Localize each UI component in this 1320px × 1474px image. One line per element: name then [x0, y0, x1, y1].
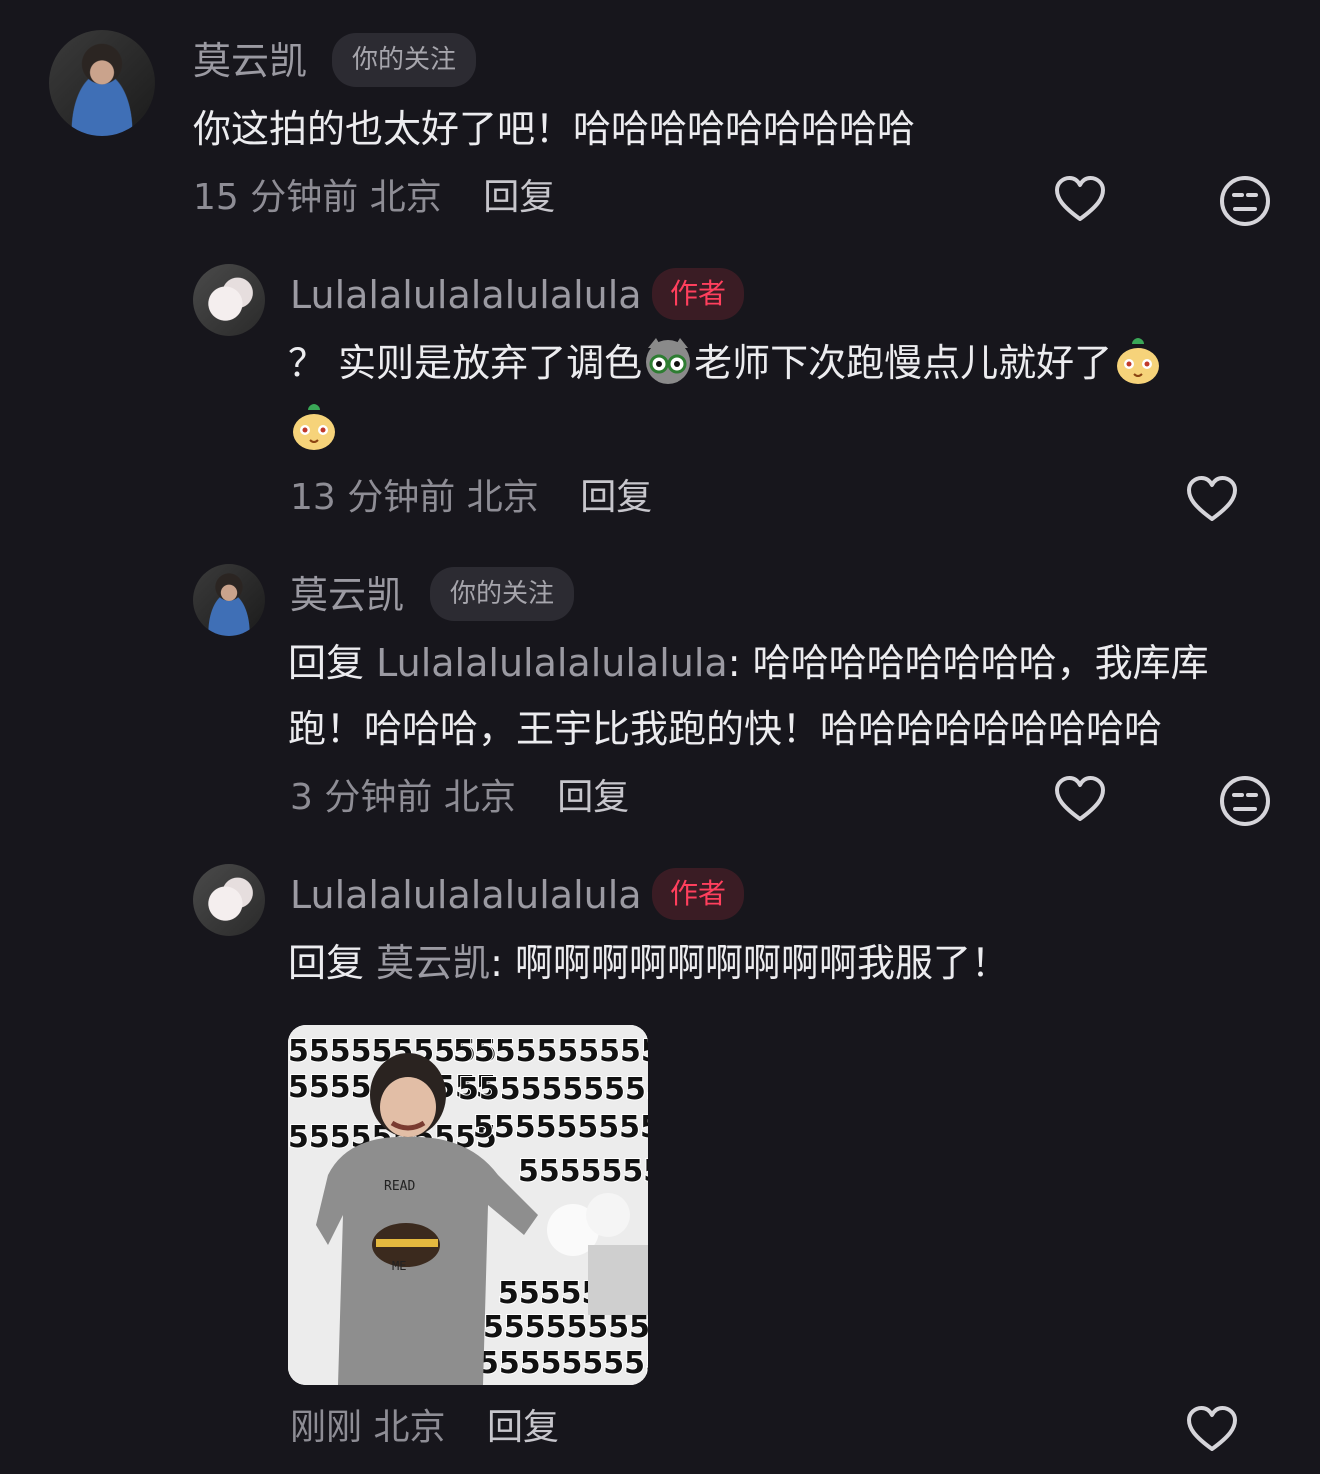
- meme-shirt-text: ME: [392, 1259, 406, 1273]
- comment-text-line2: 跑！哈哈哈，王宇比我跑的快！哈哈哈哈哈哈哈哈哈: [288, 707, 1163, 751]
- meme-text-row: 5555555555: [473, 1110, 648, 1145]
- heart-icon[interactable]: [1184, 473, 1240, 529]
- reply-button[interactable]: 回复: [487, 1407, 559, 1448]
- meme-text-row: 5555555555: [518, 1154, 648, 1189]
- pear-face-emoji: [288, 400, 340, 452]
- meme-image[interactable]: 5555555555 5555555555 5555555555 5555555…: [288, 1025, 648, 1385]
- reply-button[interactable]: 回复: [580, 477, 652, 518]
- avatar[interactable]: [49, 30, 155, 136]
- avatar[interactable]: [193, 864, 265, 936]
- reply-target[interactable]: 莫云凯: [376, 941, 490, 985]
- comment-meta: 13 分钟前 北京 回复: [290, 480, 652, 516]
- comment-text-wrap: [288, 396, 340, 462]
- reply-button[interactable]: 回复: [483, 177, 555, 218]
- heart-icon[interactable]: [1184, 1403, 1240, 1459]
- comment-author[interactable]: Lulalalulalalulalula: [290, 276, 642, 314]
- comment-location: 北京: [369, 177, 442, 218]
- author-badge: 作者: [652, 268, 745, 320]
- comment-meta: 3 分钟前 北京 回复: [290, 780, 629, 816]
- comment-meta: 15 分钟前 北京 回复: [193, 180, 555, 216]
- meh-face-icon[interactable]: [1217, 173, 1273, 229]
- avatar[interactable]: [193, 264, 265, 336]
- comment-time: 13 分钟前: [290, 477, 456, 518]
- meme-text-row: 5555555555: [453, 1034, 648, 1069]
- comment-text: 回复 莫云凯: 啊啊啊啊啊啊啊啊啊我服了！: [288, 941, 1010, 985]
- cat-glasses-emoji: [642, 334, 694, 386]
- comment-meta: 刚刚 北京 回复: [290, 1410, 559, 1446]
- comment-time: 刚刚: [290, 1407, 363, 1448]
- comment-author[interactable]: 莫云凯: [193, 42, 307, 80]
- comment-location: 北京: [373, 1407, 446, 1448]
- comment-text: 回复 Lulalalulalalulalula: 哈哈哈哈哈哈哈哈，我库库: [288, 641, 1209, 685]
- meh-face-icon[interactable]: [1217, 773, 1273, 829]
- comment-author[interactable]: Lulalalulalalulalula: [290, 876, 642, 914]
- comment-location: 北京: [466, 477, 539, 518]
- avatar[interactable]: [193, 564, 265, 636]
- comment-location: 北京: [443, 777, 516, 818]
- following-badge: 你的关注: [332, 33, 477, 87]
- meme-shirt-text: READ: [384, 1179, 415, 1194]
- reply-button[interactable]: 回复: [557, 777, 629, 818]
- meme-text-row: 5555555555: [458, 1072, 648, 1107]
- comment-text: ？ 实则是放弃了调色 老师下次跑慢点儿就好了: [288, 330, 1164, 396]
- comment-text: 你这拍的也太好了吧！哈哈哈哈哈哈哈哈哈: [193, 107, 916, 151]
- meme-text-row: 5555555555: [478, 1346, 648, 1381]
- reply-target[interactable]: Lulalalulalalulalula: [376, 641, 728, 685]
- comment-author[interactable]: 莫云凯: [290, 576, 404, 614]
- heart-icon[interactable]: [1052, 173, 1108, 229]
- following-badge: 你的关注: [430, 567, 575, 621]
- comment-time: 15 分钟前: [193, 177, 359, 218]
- heart-icon[interactable]: [1052, 773, 1108, 829]
- author-badge: 作者: [652, 868, 745, 920]
- meme-text-row: 5555555555: [483, 1310, 648, 1345]
- pear-face-emoji: [1112, 334, 1164, 386]
- comment-time: 3 分钟前: [290, 777, 433, 818]
